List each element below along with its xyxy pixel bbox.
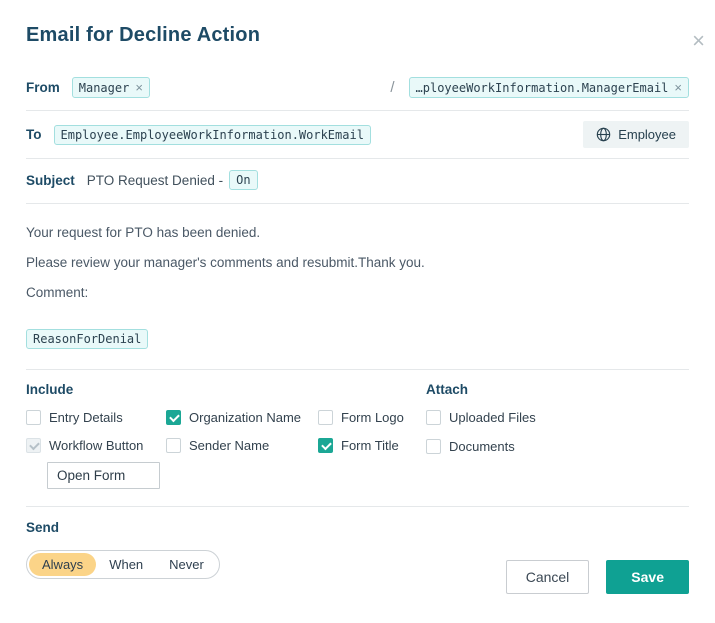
checkbox-label: Entry Details (49, 410, 123, 425)
send-option-never[interactable]: Never (156, 553, 217, 576)
body-tag-reason-for-denial[interactable]: ReasonForDenial (26, 329, 149, 349)
checkbox-icon[interactable] (426, 410, 441, 425)
from-tag-manager-email[interactable]: …ployeeWorkInformation.ManagerEmail × (408, 77, 689, 98)
checkbox-checked-icon[interactable] (318, 438, 333, 453)
subject-label: Subject (26, 172, 75, 188)
checkbox-sender-name[interactable]: Sender Name (166, 438, 318, 453)
workflow-button-text-input[interactable] (47, 462, 160, 489)
checkbox-label: Uploaded Files (449, 410, 536, 425)
body-line-2: Please review your manager's comments an… (26, 255, 425, 270)
from-separator: / (390, 79, 395, 96)
checkbox-entry-details[interactable]: Entry Details (26, 410, 166, 425)
send-option-when[interactable]: When (96, 553, 156, 576)
checkbox-label: Workflow Button (49, 438, 144, 453)
save-button[interactable]: Save (606, 560, 689, 594)
from-row: From Manager × / …ployeeWorkInformation.… (26, 59, 689, 111)
checkbox-form-title[interactable]: Form Title (318, 438, 426, 453)
checkbox-form-logo[interactable]: Form Logo (318, 410, 426, 425)
body-line-1: Your request for PTO has been denied. (26, 225, 261, 240)
attach-checkbox-list: Uploaded Files Documents (426, 410, 689, 454)
close-icon[interactable]: × (692, 30, 705, 52)
checkbox-workflow-button: Workflow Button (26, 438, 166, 453)
dialog-footer: Cancel Save (505, 560, 689, 594)
remove-icon[interactable]: × (135, 80, 143, 95)
cancel-button[interactable]: Cancel (505, 560, 590, 594)
checkbox-disabled-checked-icon (26, 438, 41, 453)
include-section: Include Entry Details Organization Name … (26, 382, 426, 489)
checkbox-icon[interactable] (318, 410, 333, 425)
email-body[interactable]: Your request for PTO has been denied. Pl… (26, 204, 689, 370)
include-label: Include (26, 382, 74, 397)
from-tag-manager[interactable]: Manager × (71, 77, 150, 98)
attach-section: Attach Uploaded Files Documents (426, 382, 689, 489)
checkbox-label: Documents (449, 439, 515, 454)
checkbox-label: Sender Name (189, 438, 270, 453)
checkbox-label: Form Title (341, 438, 399, 453)
include-checkbox-grid: Entry Details Organization Name Form Log… (26, 410, 426, 453)
to-label: To (26, 127, 42, 142)
checkbox-icon[interactable] (26, 410, 41, 425)
attach-label: Attach (426, 382, 469, 397)
from-tag-manager-text: Manager (78, 80, 130, 95)
send-label: Send (26, 520, 60, 535)
from-label: From (26, 80, 60, 95)
checkbox-icon[interactable] (166, 438, 181, 453)
to-tag-work-email[interactable]: Employee.EmployeeWorkInformation.WorkEma… (53, 124, 371, 145)
send-segmented-control: Always When Never (26, 550, 220, 579)
options-section: Include Entry Details Organization Name … (26, 370, 689, 507)
checkbox-icon[interactable] (426, 439, 441, 454)
checkbox-documents[interactable]: Documents (426, 439, 689, 454)
employee-button-label: Employee (618, 127, 676, 142)
body-line-3: Comment: (26, 285, 89, 300)
subject-tag-on[interactable]: On (229, 170, 258, 190)
checkbox-organization-name[interactable]: Organization Name (166, 410, 318, 425)
remove-icon[interactable]: × (674, 80, 682, 95)
page-title: Email for Decline Action (26, 24, 261, 46)
from-tag-manager-email-text: …ployeeWorkInformation.ManagerEmail (415, 80, 669, 95)
checkbox-uploaded-files[interactable]: Uploaded Files (426, 410, 689, 425)
to-row: To Employee.EmployeeWorkInformation.Work… (26, 111, 689, 159)
subject-row: Subject PTO Request Denied - On (26, 159, 689, 204)
subject-text[interactable]: PTO Request Denied - (87, 173, 223, 188)
send-option-always[interactable]: Always (29, 553, 97, 576)
email-decline-action-dialog: × Email for Decline Action From Manager … (0, 24, 715, 623)
checkbox-label: Form Logo (341, 410, 404, 425)
globe-icon (596, 127, 611, 142)
employee-button[interactable]: Employee (583, 121, 689, 148)
checkbox-label: Organization Name (189, 410, 301, 425)
checkbox-checked-icon[interactable] (166, 410, 181, 425)
